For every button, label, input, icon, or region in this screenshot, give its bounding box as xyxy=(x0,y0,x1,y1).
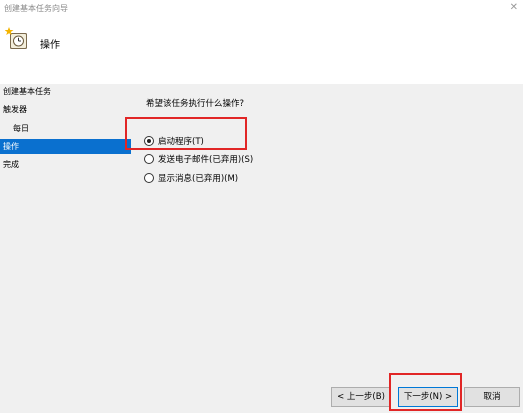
close-icon[interactable]: ✕ xyxy=(510,1,518,15)
wizard-header: 操作 xyxy=(0,16,523,84)
action-question: 希望该任务执行什么操作? xyxy=(146,99,245,109)
title-bar: 创建基本任务向导 ✕ xyxy=(0,0,523,16)
sidebar-item-daily[interactable]: 每日 xyxy=(0,121,131,136)
task-scheduler-icon xyxy=(5,27,27,49)
sidebar-item-create-basic-task[interactable]: 创建基本任务 xyxy=(0,84,131,99)
sidebar-item-finish[interactable]: 完成 xyxy=(0,157,131,172)
radio-button[interactable] xyxy=(144,172,154,183)
radio-send-email[interactable]: 发送电子邮件(已弃用)(S) xyxy=(144,153,253,167)
sidebar-item-action[interactable]: 操作 xyxy=(0,139,131,154)
radio-label: 发送电子邮件(已弃用)(S) xyxy=(158,155,254,165)
radio-label: 显示消息(已弃用)(M) xyxy=(158,174,239,184)
wizard-steps-sidebar: 创建基本任务 触发器 每日 操作 完成 xyxy=(0,84,133,413)
cancel-button[interactable]: 取消 xyxy=(464,387,520,407)
sidebar-item-trigger[interactable]: 触发器 xyxy=(0,102,131,117)
window-title: 创建基本任务向导 xyxy=(4,4,68,13)
radio-display-message[interactable]: 显示消息(已弃用)(M) xyxy=(144,172,238,186)
page-title: 操作 xyxy=(40,40,60,51)
highlight-box-option xyxy=(125,117,247,150)
radio-button[interactable] xyxy=(144,153,154,164)
highlight-box-next xyxy=(389,373,462,411)
back-button[interactable]: < 上一步(B) xyxy=(331,387,391,407)
task-wizard-window: 创建基本任务向导 ✕ 操作 创建基本任务 触发器 每日 操作 完成 希望该任务执… xyxy=(0,0,523,413)
